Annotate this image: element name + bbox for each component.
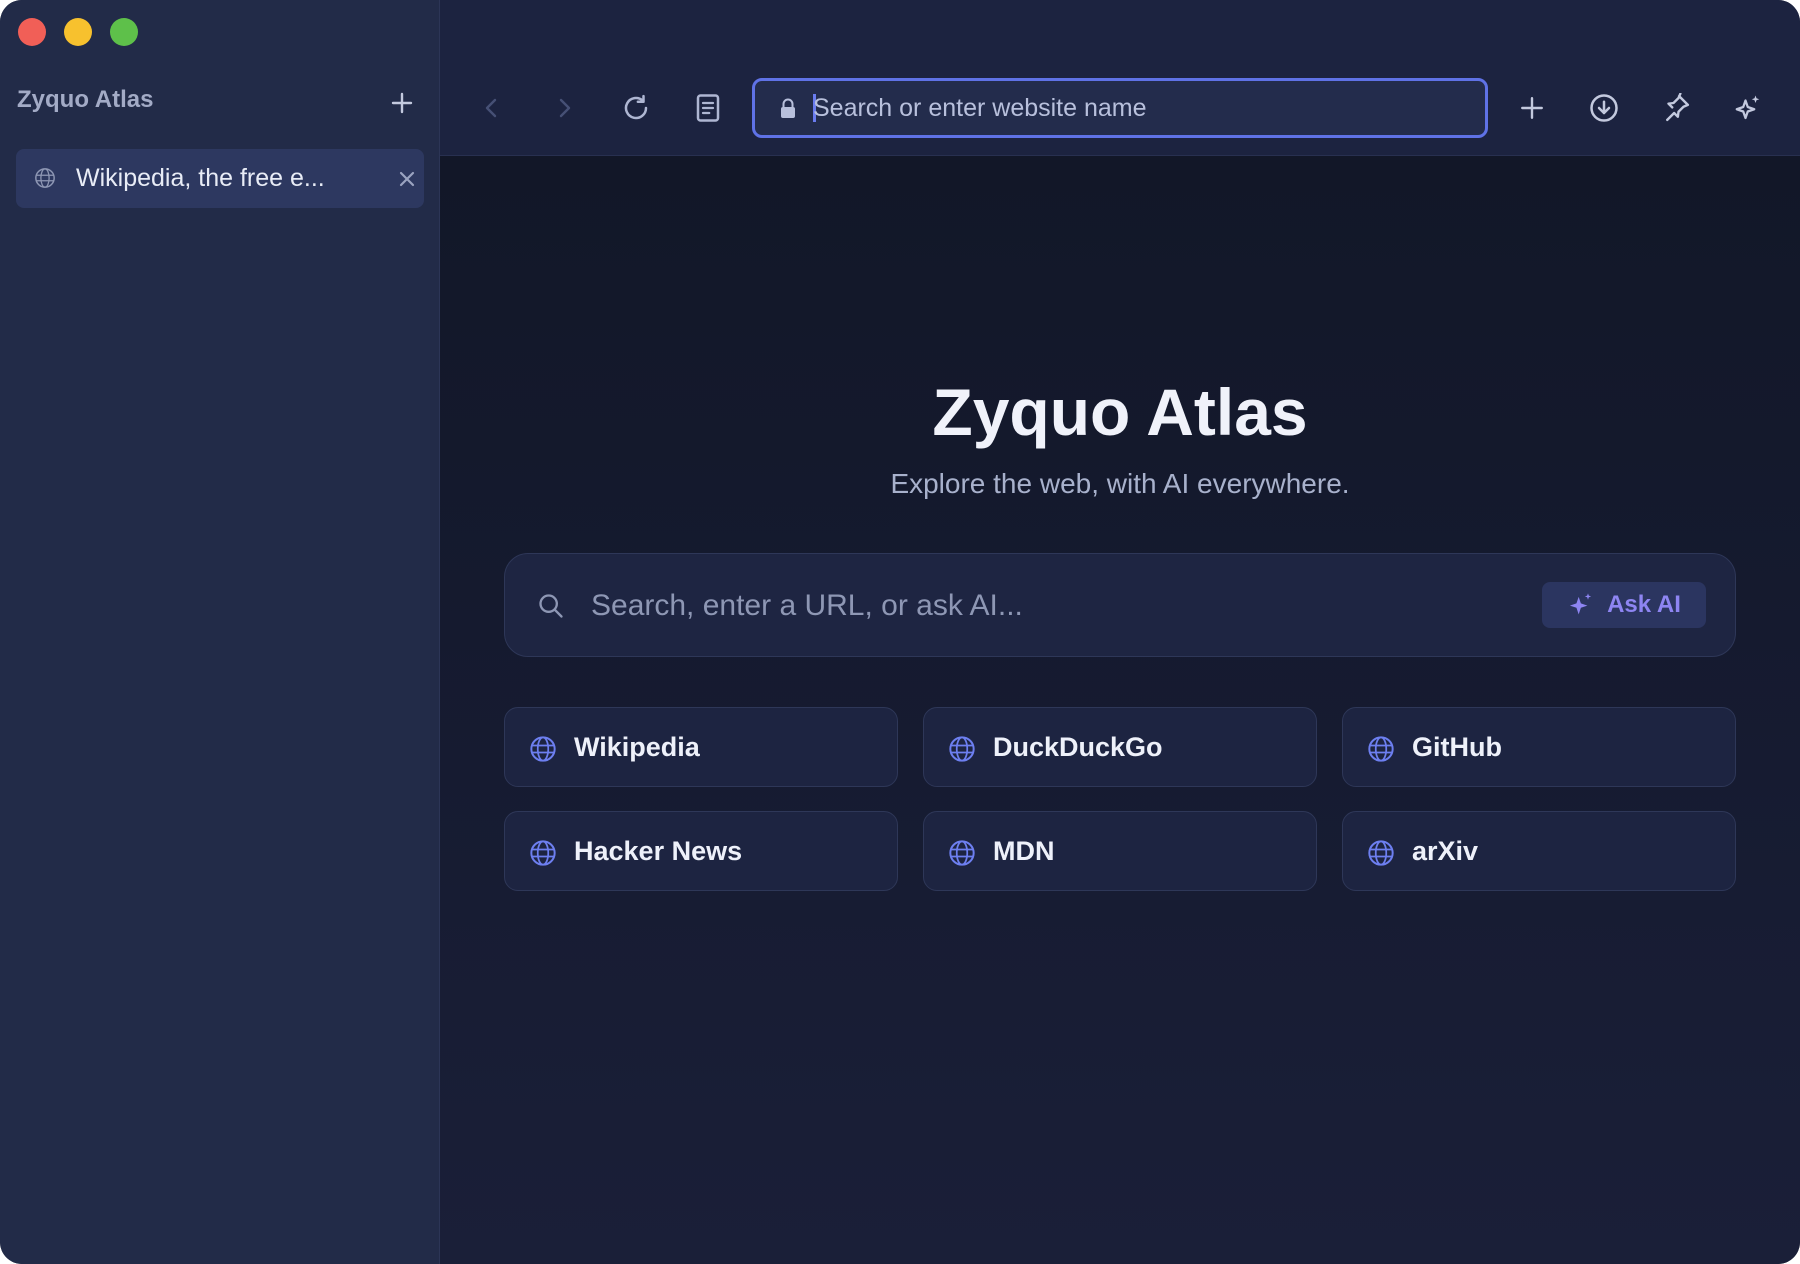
toolbar — [440, 0, 1800, 156]
sparkle-icon — [1570, 593, 1592, 615]
globe-icon — [949, 840, 975, 866]
globe-icon — [1368, 840, 1394, 866]
main-search-input[interactable] — [591, 582, 1471, 630]
plus-icon — [391, 92, 413, 114]
quick-link-arxiv[interactable]: arXiv — [1342, 811, 1736, 891]
reload-button[interactable] — [614, 86, 658, 130]
sidebar: Zyquo Atlas Wikipedia, the free e... — [0, 0, 440, 1264]
globe-icon — [35, 168, 55, 188]
downloads-button[interactable] — [1582, 86, 1626, 130]
quick-link-label: GitHub — [1412, 732, 1502, 762]
globe-icon — [530, 840, 556, 866]
plus-icon — [1521, 97, 1543, 119]
quick-link-label: arXiv — [1412, 836, 1479, 866]
globe-icon — [949, 736, 975, 762]
ai-assistant-button[interactable] — [1726, 86, 1770, 130]
address-bar[interactable] — [752, 78, 1488, 138]
quick-link-hacker-news[interactable]: Hacker News — [504, 811, 898, 891]
quick-link-mdn[interactable]: MDN — [923, 811, 1317, 891]
forward-button[interactable] — [542, 86, 586, 130]
quick-link-github[interactable]: GitHub — [1342, 707, 1736, 787]
forward-icon — [559, 98, 571, 118]
quick-link-label: Wikipedia — [574, 732, 700, 762]
quick-link-label: MDN — [993, 836, 1055, 866]
search-icon — [539, 594, 563, 618]
back-button[interactable] — [470, 86, 514, 130]
sidebar-title: Zyquo Atlas — [17, 86, 154, 113]
new-tab-sidebar-button[interactable] — [386, 87, 418, 119]
browser-window: Zyquo Atlas Wikipedia, the free e... Sea… — [0, 0, 1800, 1264]
pin-button[interactable] — [1654, 86, 1698, 130]
globe-icon — [530, 736, 556, 762]
globe-icon — [1368, 736, 1394, 762]
ask-ai-button[interactable]: Ask AI — [1542, 582, 1706, 628]
download-icon — [1590, 94, 1618, 122]
new-tab-page: Zyquo Atlas Explore the web, with AI eve… — [440, 156, 1800, 1264]
maximize-window-button[interactable] — [110, 18, 138, 46]
main-search-box[interactable]: Ask AI — [504, 553, 1736, 657]
reload-icon — [624, 94, 648, 120]
page-title: Zyquo Atlas — [932, 375, 1308, 449]
reader-mode-button[interactable] — [686, 86, 730, 130]
address-input[interactable] — [813, 87, 1463, 129]
lock-icon — [781, 98, 795, 118]
new-tab-button[interactable] — [1510, 86, 1554, 130]
close-tab-button[interactable] — [394, 166, 420, 192]
reader-icon — [696, 94, 720, 122]
sparkle-icon — [1735, 95, 1760, 120]
minimize-window-button[interactable] — [64, 18, 92, 46]
close-icon — [399, 171, 415, 187]
back-icon — [485, 98, 497, 118]
quick-link-label: DuckDuckGo — [993, 732, 1163, 762]
close-window-button[interactable] — [18, 18, 46, 46]
sidebar-tab-title: Wikipedia, the free e... — [76, 164, 325, 192]
ask-ai-label: Ask AI — [1607, 591, 1681, 618]
pin-icon — [1666, 93, 1690, 122]
quick-link-duckduckgo[interactable]: DuckDuckGo — [923, 707, 1317, 787]
page-subtitle: Explore the web, with AI everywhere. — [890, 468, 1350, 499]
window-controls — [18, 18, 138, 46]
sidebar-tab-item[interactable]: Wikipedia, the free e... — [16, 149, 424, 208]
quick-link-label: Hacker News — [574, 836, 743, 866]
quick-link-wikipedia[interactable]: Wikipedia — [504, 707, 898, 787]
